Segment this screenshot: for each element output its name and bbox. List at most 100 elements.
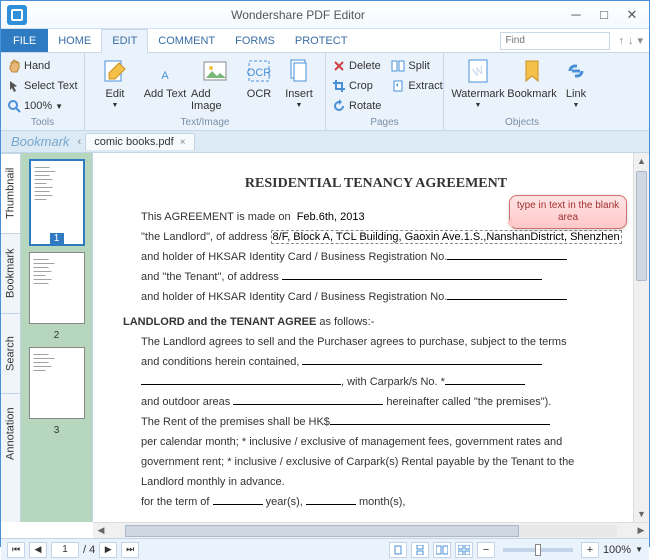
ocr-icon: OCR bbox=[245, 57, 273, 85]
group-textimage-label: Text/Image bbox=[91, 117, 319, 130]
document-tab-name: comic books.pdf bbox=[94, 136, 173, 148]
blank-field[interactable] bbox=[233, 394, 383, 405]
thumbnail-3-num: 3 bbox=[54, 425, 60, 436]
link-button[interactable]: Link▼ bbox=[558, 55, 594, 109]
side-tabs: Thumbnail Bookmark Search Annotation bbox=[1, 153, 21, 522]
page-number-input[interactable] bbox=[51, 542, 79, 558]
hscroll-thumb[interactable] bbox=[125, 525, 519, 537]
tab-forms[interactable]: FORMS bbox=[225, 29, 285, 52]
tab-edit[interactable]: EDIT bbox=[101, 29, 148, 53]
horizontal-scrollbar[interactable]: ◀ ▶ bbox=[93, 522, 649, 538]
add-text-button[interactable]: AAdd Text bbox=[141, 55, 189, 112]
view-facing-continuous-button[interactable] bbox=[455, 542, 473, 558]
blank-field[interactable] bbox=[330, 414, 550, 425]
rotate-button[interactable]: Rotate bbox=[332, 97, 381, 115]
status-bar: ⏮ ◀ / 4 ▶ ⏭ − + 100% ▼ bbox=[1, 538, 649, 560]
doc-title: RESIDENTIAL TENANCY AGREEMENT bbox=[123, 173, 629, 195]
find-box bbox=[500, 32, 610, 50]
thumbnail-1[interactable]: ▬▬▬▬▬▬▬▬▬▬▬▬▬▬▬▬▬▬▬▬▬▬▬▬▬▬▬▬▬▬▬▬▬▬▬▬▬▬▬▬… bbox=[29, 159, 85, 246]
cursor-icon bbox=[7, 79, 21, 93]
file-tab[interactable]: FILE bbox=[1, 29, 48, 52]
tab-home[interactable]: HOME bbox=[48, 29, 101, 52]
first-page-button[interactable]: ⏮ bbox=[7, 542, 25, 558]
callout-tooltip: type in text in the blank area bbox=[509, 195, 627, 229]
find-input[interactable] bbox=[500, 32, 610, 50]
last-page-button[interactable]: ⏭ bbox=[121, 542, 139, 558]
scroll-down-icon[interactable]: ▼ bbox=[634, 506, 649, 522]
image-icon bbox=[201, 57, 229, 85]
view-single-button[interactable] bbox=[389, 542, 407, 558]
delete-page-button[interactable]: Delete bbox=[332, 57, 381, 75]
crop-button[interactable]: Crop bbox=[332, 77, 381, 95]
thumbnail-2[interactable]: ▬▬▬▬▬▬▬▬▬▬▬▬▬▬▬▬▬▬▬▬▬▬▬▬▬▬▬▬▬▬▬▬▬▬▬▬▬▬ bbox=[29, 252, 85, 324]
next-page-button[interactable]: ▶ bbox=[99, 542, 117, 558]
scroll-thumb[interactable] bbox=[636, 171, 647, 281]
hand-tool[interactable]: Hand bbox=[7, 57, 78, 75]
find-next-icon[interactable]: ↓ bbox=[628, 35, 634, 47]
blank-field[interactable] bbox=[302, 354, 542, 365]
document-view[interactable]: type in text in the blank area RESIDENTI… bbox=[93, 153, 649, 522]
vertical-scrollbar[interactable]: ▲ ▼ bbox=[633, 153, 649, 522]
address-field-editing[interactable]: 8/F, Block A, TCL Building, Gaoxin Ave.1… bbox=[271, 230, 622, 244]
blank-field[interactable] bbox=[213, 494, 263, 505]
find-menu-icon[interactable]: ▾ bbox=[637, 34, 643, 47]
page-total: / 4 bbox=[83, 544, 95, 556]
tab-protect[interactable]: PROTECT bbox=[285, 29, 358, 52]
ribbon: Hand Select Text 100% ▼ Tools Edit▼ AAdd… bbox=[1, 53, 649, 131]
sidetab-search[interactable]: Search bbox=[1, 313, 20, 393]
thumbnail-3[interactable]: ▬▬▬▬▬▬▬▬▬▬▬▬▬▬▬▬▬▬▬▬▬▬▬▬▬▬▬ bbox=[29, 347, 85, 419]
svg-text:A: A bbox=[161, 70, 169, 82]
date-field[interactable]: Feb.6th, 2013 bbox=[297, 211, 365, 223]
group-tools-label: Tools bbox=[7, 117, 78, 130]
extract-icon bbox=[391, 79, 405, 93]
thumbnail-panel: ▬▬▬▬▬▬▬▬▬▬▬▬▬▬▬▬▬▬▬▬▬▬▬▬▬▬▬▬▬▬▬▬▬▬▬▬▬▬▬▬… bbox=[21, 153, 93, 522]
view-facing-button[interactable] bbox=[433, 542, 451, 558]
view-continuous-button[interactable] bbox=[411, 542, 429, 558]
title-bar: Wondershare PDF Editor ─ □ ✕ bbox=[1, 1, 649, 29]
maximize-button[interactable]: □ bbox=[591, 6, 617, 24]
split-button[interactable]: Split bbox=[391, 57, 442, 75]
edit-button[interactable]: Edit▼ bbox=[91, 55, 139, 112]
app-title: Wondershare PDF Editor bbox=[33, 8, 563, 22]
blank-field[interactable] bbox=[447, 289, 567, 300]
app-icon bbox=[7, 5, 27, 25]
blank-field[interactable] bbox=[447, 249, 567, 260]
blank-field[interactable] bbox=[141, 374, 341, 385]
tab-comment[interactable]: COMMENT bbox=[148, 29, 225, 52]
menu-bar: FILE HOME EDIT COMMENT FORMS PROTECT ↑ ↓… bbox=[1, 29, 649, 53]
select-text-tool[interactable]: Select Text bbox=[7, 77, 78, 95]
sidetab-annotation[interactable]: Annotation bbox=[1, 393, 20, 473]
ocr-button[interactable]: OCROCR bbox=[241, 55, 277, 112]
zoom-out-button[interactable]: − bbox=[477, 542, 495, 558]
add-image-button[interactable]: Add Image bbox=[191, 55, 239, 112]
sidetab-thumbnail[interactable]: Thumbnail bbox=[1, 153, 20, 233]
zoom-in-button[interactable]: + bbox=[581, 542, 599, 558]
bookmark-icon bbox=[518, 57, 546, 85]
sidetab-bookmark[interactable]: Bookmark bbox=[1, 233, 20, 313]
document-tab[interactable]: comic books.pdf × bbox=[85, 133, 194, 150]
zoom-slider[interactable] bbox=[503, 548, 573, 552]
extract-button[interactable]: Extract bbox=[391, 77, 442, 95]
svg-text:OCR: OCR bbox=[247, 67, 272, 79]
zoom-level: 100% bbox=[603, 544, 631, 556]
group-objects-label: Objects bbox=[450, 117, 594, 130]
insert-button[interactable]: Insert▼ bbox=[279, 55, 319, 112]
close-tab-icon[interactable]: × bbox=[180, 137, 186, 148]
text-icon: A bbox=[151, 57, 179, 85]
zoom-icon bbox=[7, 99, 21, 113]
bookmark-button[interactable]: Bookmark bbox=[508, 55, 556, 109]
blank-field[interactable] bbox=[445, 374, 525, 385]
find-prev-icon[interactable]: ↑ bbox=[618, 35, 624, 47]
blank-field[interactable] bbox=[306, 494, 356, 505]
zoom-tool[interactable]: 100% ▼ bbox=[7, 97, 78, 115]
prev-page-button[interactable]: ◀ bbox=[29, 542, 47, 558]
watermark-button[interactable]: WWatermark▼ bbox=[450, 55, 506, 109]
scroll-up-icon[interactable]: ▲ bbox=[634, 153, 649, 169]
delete-icon bbox=[332, 59, 346, 73]
minimize-button[interactable]: ─ bbox=[563, 6, 589, 24]
crop-icon bbox=[332, 79, 346, 93]
bookmark-collapse-icon[interactable]: ‹ bbox=[78, 136, 82, 148]
blank-field[interactable] bbox=[282, 269, 542, 280]
document-tab-strip: Bookmark ‹ comic books.pdf × bbox=[1, 131, 649, 153]
close-button[interactable]: ✕ bbox=[619, 6, 645, 24]
